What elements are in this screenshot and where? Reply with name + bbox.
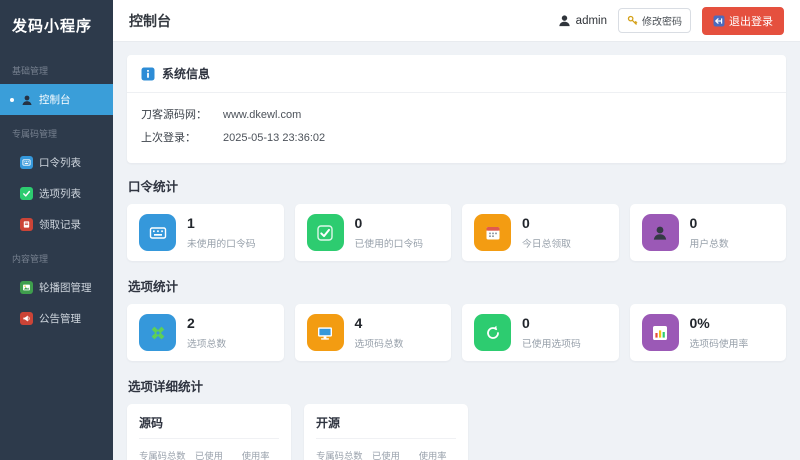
sidebar-item-claim-record[interactable]: 领取记录 <box>0 209 113 240</box>
option-detail-title: 选项详细统计 <box>128 380 204 394</box>
detail-card-title: 源码 <box>139 414 279 439</box>
sidebar-item-announcement[interactable]: 公告管理 <box>0 303 113 334</box>
stat-card-option-usage-rate: 0% 选项码使用率 <box>629 304 786 361</box>
nav-section-content: 内容管理 <box>12 254 49 264</box>
monitor-icon <box>306 314 344 351</box>
stat-label: 已使用的口令码 <box>354 238 424 250</box>
detail-col-header: 已使用 <box>372 451 400 460</box>
stat-value: 4 <box>354 315 363 332</box>
sidebar-item-label: 控制台 <box>39 94 71 106</box>
keyboard-icon <box>139 214 176 251</box>
system-info-title: 系统信息 <box>162 67 211 81</box>
stat-label: 选项码使用率 <box>689 338 749 350</box>
detail-columns: 专属码总数 2 已使用 0 使用率 0% <box>316 448 456 460</box>
stat-card-total-option-codes: 4 选项码总数 <box>294 304 451 361</box>
topbar-right: admin 修改密码 退出登录 <box>558 6 784 35</box>
stat-value: 1 <box>187 215 195 232</box>
sidebar-item-option-list[interactable]: 选项列表 <box>0 178 113 209</box>
stat-card-total-users: 0 用户总数 <box>629 204 786 261</box>
detail-col-header: 使用率 <box>418 451 447 460</box>
info-row-site: 刀客源码网： www.dkewl.com <box>141 104 772 127</box>
sidebar-item-passcode-list[interactable]: 口令列表 <box>0 147 113 178</box>
user-avatar-icon <box>558 15 570 27</box>
option-stats-title: 选项统计 <box>128 280 179 294</box>
stat-label: 选项总数 <box>187 338 227 350</box>
info-row-last-login: 上次登录： 2025-05-13 23:36:02 <box>141 127 772 150</box>
key-icon <box>627 15 638 25</box>
sidebar: 发码小程序 基础管理 控制台 专属码管理 口令列表 选项列表 领取记录 内容管理… <box>0 0 113 460</box>
sidebar-item-label: 选项列表 <box>39 188 81 200</box>
page-title: 控制台 <box>129 12 171 29</box>
user-chip: admin <box>558 14 607 27</box>
nav-section-codes: 专属码管理 <box>12 129 58 139</box>
logout-label: 退出登录 <box>729 15 773 28</box>
chart-icon <box>641 314 679 351</box>
carousel-icon <box>20 281 33 294</box>
detail-col-header: 专属码总数 <box>316 451 363 460</box>
option-list-icon <box>20 187 33 200</box>
option-detail-grid: 源码 专属码总数 2 已使用 0 使用率 0% <box>127 404 786 460</box>
stat-label: 已使用选项码 <box>522 338 581 350</box>
system-info-panel: 系统信息 刀客源码网： www.dkewl.com 上次登录： 2025-05-… <box>127 55 786 163</box>
refresh-icon <box>474 314 511 351</box>
change-password-button[interactable]: 修改密码 <box>618 8 691 33</box>
detail-col-header: 已使用 <box>195 451 223 460</box>
detail-card-open-source: 开源 专属码总数 2 已使用 0 使用率 0% <box>304 404 468 460</box>
passcode-list-icon <box>20 156 33 169</box>
stat-value: 0 <box>689 215 698 232</box>
stat-card-unused-passcodes: 1 未使用的口令码 <box>127 204 284 261</box>
stat-label: 选项码总数 <box>354 338 404 350</box>
passcode-stats-title: 口令统计 <box>128 180 179 194</box>
detail-card-source: 源码 专属码总数 2 已使用 0 使用率 0% <box>127 404 291 460</box>
nav-section-basic: 基础管理 <box>12 66 49 76</box>
info-value: 2025-05-13 23:36:02 <box>223 132 326 144</box>
content: 系统信息 刀客源码网： www.dkewl.com 上次登录： 2025-05-… <box>113 42 800 460</box>
detail-col-header: 专属码总数 <box>139 451 186 460</box>
detail-card-title: 开源 <box>316 414 456 439</box>
announcement-icon <box>20 312 33 325</box>
topbar: 控制台 admin 修改密码 退出登录 <box>113 0 800 42</box>
logout-icon <box>713 15 725 26</box>
stat-card-today-claims: 0 今日总领取 <box>462 204 619 261</box>
info-label: 刀客源码网： <box>141 109 207 121</box>
sidebar-item-label: 口令列表 <box>39 157 81 169</box>
stat-card-used-option-codes: 0 已使用选项码 <box>462 304 619 361</box>
stat-card-used-passcodes: 0 已使用的口令码 <box>294 204 451 261</box>
check-icon <box>306 214 344 251</box>
sidebar-item-label: 公告管理 <box>39 313 81 325</box>
detail-columns: 专属码总数 2 已使用 0 使用率 0% <box>139 448 279 460</box>
stat-label: 用户总数 <box>689 238 729 250</box>
app-title: 发码小程序 <box>12 18 93 35</box>
stat-value: 0% <box>689 315 710 332</box>
stat-value: 2 <box>187 315 195 332</box>
user-icon <box>641 214 679 251</box>
logout-button[interactable]: 退出登录 <box>702 6 784 35</box>
username: admin <box>575 14 607 27</box>
stat-card-total-options: 2 选项总数 <box>127 304 284 361</box>
passcode-stats-grid: 1 未使用的口令码 0 已使用的口令码 0 今日总领取 0 用户总数 <box>127 204 786 261</box>
stat-value: 0 <box>354 215 363 232</box>
change-password-label: 修改密码 <box>642 17 682 28</box>
option-stats-grid: 2 选项总数 4 选项码总数 0 已使用选项码 0% 选项码使用率 <box>127 304 786 361</box>
system-info-header: 系统信息 <box>127 55 786 93</box>
info-label: 上次登录： <box>141 132 196 144</box>
active-dot <box>10 97 14 102</box>
stat-value: 0 <box>522 315 530 332</box>
calendar-icon <box>474 214 511 251</box>
detail-col-header: 使用率 <box>241 451 270 460</box>
sidebar-item-carousel[interactable]: 轮播图管理 <box>0 272 113 303</box>
console-icon <box>20 93 33 106</box>
stat-label: 未使用的口令码 <box>187 238 256 250</box>
main-area: 控制台 admin 修改密码 退出登录 系统信息 刀客源码网： www.dkew… <box>113 0 800 460</box>
puzzle-icon <box>139 314 176 351</box>
sidebar-item-label: 轮播图管理 <box>39 282 92 294</box>
stat-label: 今日总领取 <box>522 238 571 250</box>
claim-record-icon <box>20 218 33 231</box>
info-icon <box>141 67 155 80</box>
stat-value: 0 <box>522 215 530 232</box>
sidebar-item-label: 领取记录 <box>39 219 81 231</box>
info-value: www.dkewl.com <box>223 109 302 121</box>
sidebar-item-console[interactable]: 控制台 <box>0 84 113 115</box>
system-info-body: 刀客源码网： www.dkewl.com 上次登录： 2025-05-13 23… <box>127 93 786 163</box>
